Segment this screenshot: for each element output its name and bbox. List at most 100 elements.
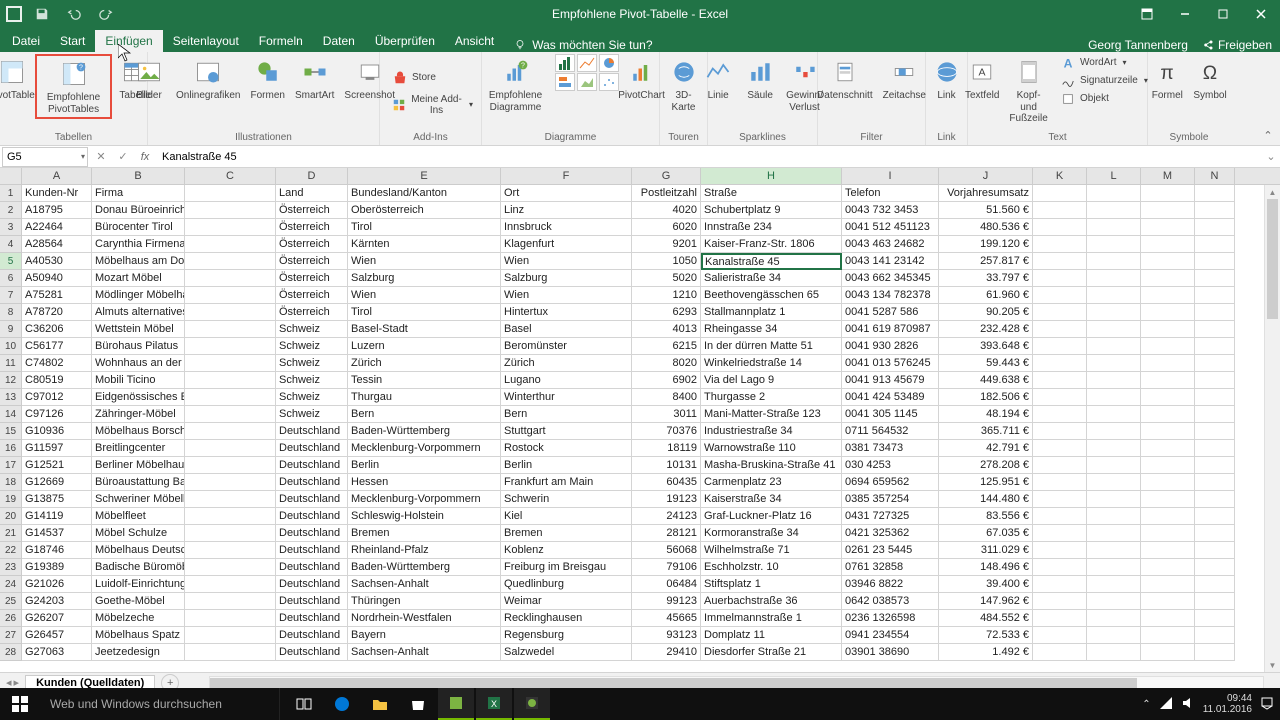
- minimize-icon[interactable]: [1166, 0, 1204, 28]
- data-cell[interactable]: [1033, 440, 1087, 457]
- data-cell[interactable]: 0043 134 782378: [842, 287, 939, 304]
- data-cell[interactable]: [1087, 627, 1141, 644]
- data-cell[interactable]: [1033, 559, 1087, 576]
- data-cell[interactable]: [1195, 202, 1235, 219]
- data-cell[interactable]: Regensburg: [501, 627, 632, 644]
- data-cell[interactable]: 0041 512 451123: [842, 219, 939, 236]
- data-cell[interactable]: Hintertux: [501, 304, 632, 321]
- row-header[interactable]: 10: [0, 338, 22, 355]
- data-cell[interactable]: Berlin: [348, 457, 501, 474]
- data-cell[interactable]: Deutschland: [276, 559, 348, 576]
- data-cell[interactable]: [1141, 304, 1195, 321]
- header-cell[interactable]: Kunden-Nr: [22, 185, 92, 202]
- tab-daten[interactable]: Daten: [313, 30, 365, 52]
- data-cell[interactable]: [1195, 559, 1235, 576]
- row-header[interactable]: 20: [0, 508, 22, 525]
- data-cell[interactable]: Mozart Möbel: [92, 270, 185, 287]
- data-cell[interactable]: 6293: [632, 304, 701, 321]
- data-cell[interactable]: 1.492 €: [939, 644, 1033, 661]
- data-cell[interactable]: G19389: [22, 559, 92, 576]
- data-cell[interactable]: In der dürren Matte 51: [701, 338, 842, 355]
- data-cell[interactable]: [1141, 559, 1195, 576]
- data-cell[interactable]: 0041 424 53489: [842, 389, 939, 406]
- data-cell[interactable]: A75281: [22, 287, 92, 304]
- data-cell[interactable]: Sachsen-Anhalt: [348, 644, 501, 661]
- data-cell[interactable]: 0642 038573: [842, 593, 939, 610]
- data-cell[interactable]: [1141, 338, 1195, 355]
- row-header[interactable]: 22: [0, 542, 22, 559]
- data-cell[interactable]: 0041 930 2826: [842, 338, 939, 355]
- data-cell[interactable]: 147.962 €: [939, 593, 1033, 610]
- data-cell[interactable]: [1195, 576, 1235, 593]
- data-cell[interactable]: 0421 325362: [842, 525, 939, 542]
- data-cell[interactable]: 60435: [632, 474, 701, 491]
- data-cell[interactable]: G26207: [22, 610, 92, 627]
- data-cell[interactable]: 311.029 €: [939, 542, 1033, 559]
- data-cell[interactable]: [1141, 644, 1195, 661]
- data-cell[interactable]: Schweiz: [276, 372, 348, 389]
- data-cell[interactable]: Winkelriedstraße 14: [701, 355, 842, 372]
- data-cell[interactable]: G27063: [22, 644, 92, 661]
- data-cell[interactable]: C97012: [22, 389, 92, 406]
- data-cell[interactable]: Deutschland: [276, 440, 348, 457]
- data-cell[interactable]: [1141, 287, 1195, 304]
- data-cell[interactable]: Deutschland: [276, 542, 348, 559]
- data-cell[interactable]: Zürich: [348, 355, 501, 372]
- data-cell[interactable]: [1195, 253, 1235, 270]
- data-cell[interactable]: [1141, 542, 1195, 559]
- data-cell[interactable]: G24203: [22, 593, 92, 610]
- data-cell[interactable]: Tessin: [348, 372, 501, 389]
- header-cell[interactable]: [185, 185, 276, 202]
- data-cell[interactable]: [185, 338, 276, 355]
- tab-seitenlayout[interactable]: Seitenlayout: [163, 30, 249, 52]
- data-cell[interactable]: [185, 491, 276, 508]
- file-explorer-icon[interactable]: [362, 688, 398, 720]
- data-cell[interactable]: Schweiz: [276, 355, 348, 372]
- data-cell[interactable]: Freiburg im Breisgau: [501, 559, 632, 576]
- data-cell[interactable]: 90.205 €: [939, 304, 1033, 321]
- data-cell[interactable]: [185, 610, 276, 627]
- data-cell[interactable]: Recklinghausen: [501, 610, 632, 627]
- tab-einfügen[interactable]: Einfügen: [95, 30, 162, 52]
- data-cell[interactable]: Mödlinger Möbelhaus: [92, 287, 185, 304]
- row-header[interactable]: 5: [0, 253, 22, 270]
- chart-gallery[interactable]: [555, 54, 619, 91]
- data-cell[interactable]: [1033, 219, 1087, 236]
- undo-icon[interactable]: [62, 2, 86, 26]
- data-cell[interactable]: Möbel Schulze: [92, 525, 185, 542]
- data-cell[interactable]: Möbelhaus am Donaukanal: [92, 253, 185, 270]
- pivotchart-button[interactable]: PivotChart: [621, 54, 663, 104]
- data-cell[interactable]: [1087, 474, 1141, 491]
- data-cell[interactable]: A78720: [22, 304, 92, 321]
- collapse-ribbon-icon[interactable]: ⌃: [1260, 127, 1276, 143]
- data-cell[interactable]: [1141, 321, 1195, 338]
- data-cell[interactable]: Kormoranstraße 34: [701, 525, 842, 542]
- column-header[interactable]: K: [1033, 168, 1087, 184]
- data-cell[interactable]: 125.951 €: [939, 474, 1033, 491]
- data-cell[interactable]: [1195, 287, 1235, 304]
- recommended-pivottables-button[interactable]: ? Empfohlene PivotTables: [35, 54, 113, 119]
- data-cell[interactable]: [1195, 304, 1235, 321]
- data-cell[interactable]: 19123: [632, 491, 701, 508]
- data-cell[interactable]: [185, 525, 276, 542]
- data-cell[interactable]: Salzburg: [348, 270, 501, 287]
- data-cell[interactable]: [1087, 423, 1141, 440]
- enter-formula-icon[interactable]: ✓: [112, 147, 134, 167]
- data-cell[interactable]: [185, 457, 276, 474]
- row-header[interactable]: 2: [0, 202, 22, 219]
- data-cell[interactable]: [1087, 525, 1141, 542]
- data-cell[interactable]: [185, 253, 276, 270]
- data-cell[interactable]: Österreich: [276, 219, 348, 236]
- data-cell[interactable]: [185, 644, 276, 661]
- data-cell[interactable]: [1033, 270, 1087, 287]
- data-cell[interactable]: [1195, 610, 1235, 627]
- data-cell[interactable]: Innstraße 234: [701, 219, 842, 236]
- data-cell[interactable]: [1087, 287, 1141, 304]
- data-cell[interactable]: [1087, 355, 1141, 372]
- data-cell[interactable]: [1195, 508, 1235, 525]
- sparkline-column-button[interactable]: Säule: [740, 54, 780, 104]
- scroll-up-icon[interactable]: ▲: [1265, 185, 1280, 199]
- task-view-icon[interactable]: [286, 688, 322, 720]
- data-cell[interactable]: [1141, 406, 1195, 423]
- data-cell[interactable]: 56068: [632, 542, 701, 559]
